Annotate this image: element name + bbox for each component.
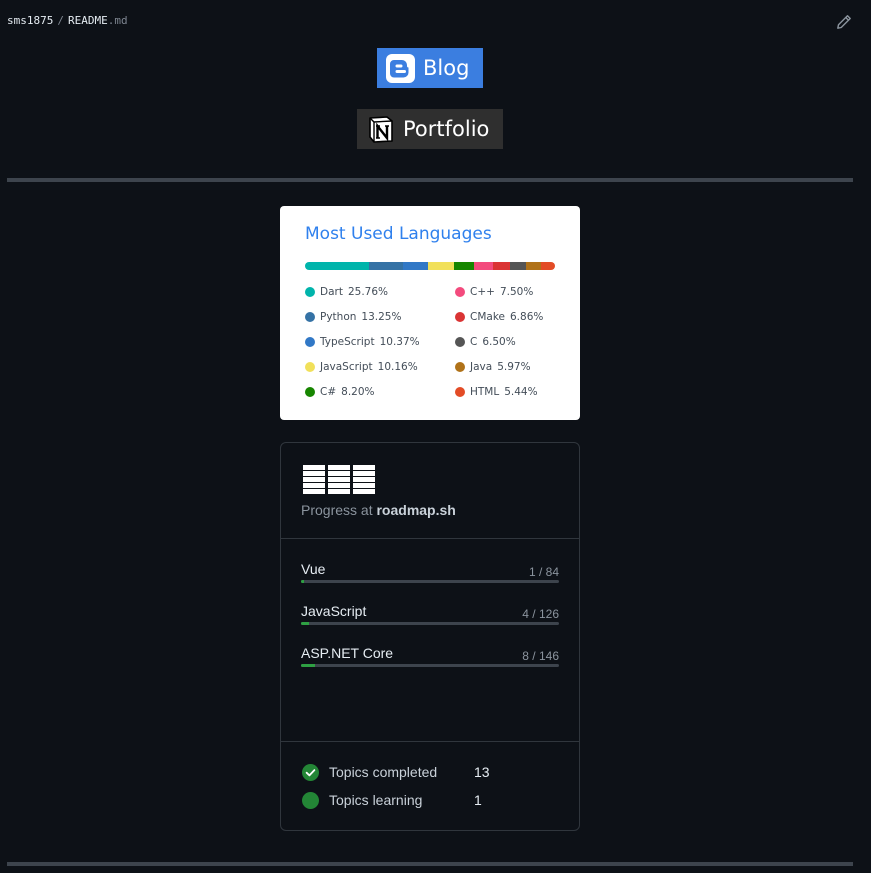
- stat-topics-completed: Topics completed 13: [301, 763, 561, 783]
- roadmap-progress-track: [301, 664, 559, 667]
- language-name: JavaScript: [320, 361, 373, 373]
- portfolio-badge-label: Portfolio: [403, 117, 490, 141]
- language-name: TypeScript: [320, 336, 375, 348]
- divider: [281, 741, 579, 742]
- language-name: HTML: [470, 386, 500, 398]
- language-percent: 10.37%: [379, 336, 420, 348]
- language-item-java: Java 5.97%: [455, 361, 531, 373]
- stat-value: 1: [474, 792, 482, 808]
- language-item-python: Python 13.25%: [305, 311, 401, 323]
- language-percent: 5.44%: [504, 386, 538, 398]
- roadmap-count: 1 / 84: [528, 565, 559, 579]
- language-bar-segment: [428, 262, 454, 270]
- roadmap-name: Vue: [301, 561, 326, 577]
- roadmap-logo-icon: [303, 465, 375, 494]
- language-name: C#: [320, 386, 337, 398]
- language-item-html: HTML 5.44%: [455, 386, 538, 398]
- language-bar-segment: [474, 262, 494, 270]
- language-dot: [305, 387, 315, 397]
- language-name: Dart: [320, 286, 343, 298]
- language-percent: 10.16%: [377, 361, 418, 373]
- roadmap-progress-track: [301, 622, 559, 625]
- check-circle-icon: [302, 764, 319, 781]
- languages-card-title: Most Used Languages: [305, 224, 492, 244]
- pencil-icon: [837, 15, 851, 29]
- horizontal-rule: [7, 862, 853, 866]
- language-percent: 7.50%: [499, 286, 534, 298]
- language-dot: [455, 312, 465, 322]
- language-item-c: C 6.50%: [455, 336, 516, 348]
- language-bar-segment: [493, 262, 511, 270]
- language-percent: 25.76%: [347, 286, 389, 298]
- roadmap-count: 8 / 146: [522, 649, 559, 663]
- edit-file-button[interactable]: [834, 12, 854, 32]
- blog-badge-link[interactable]: Blog: [377, 48, 483, 88]
- roadmap-progress-fill: [301, 580, 305, 583]
- language-dot: [455, 287, 465, 297]
- language-bar-segment: [369, 262, 403, 270]
- notion-icon: [369, 115, 393, 143]
- language-bar-segment: [526, 262, 542, 270]
- language-item-typescript: TypeScript 10.37%: [305, 336, 420, 348]
- language-percent: 6.50%: [482, 336, 516, 348]
- language-item-cpp: C++ 7.50%: [455, 286, 533, 298]
- language-percent: 5.97%: [497, 361, 531, 373]
- language-name: C++: [470, 286, 495, 298]
- language-name: Python: [320, 311, 357, 323]
- language-name: C: [470, 336, 478, 348]
- blogger-icon: [386, 53, 415, 83]
- blog-badge-label: Blog: [423, 56, 470, 80]
- language-dot: [455, 337, 465, 347]
- roadmap-row-vue[interactable]: Vue 1 / 84: [301, 561, 559, 601]
- roadmap-progress-track: [301, 580, 559, 583]
- language-dot: [455, 387, 465, 397]
- roadmap-progress-card[interactable]: Progress at roadmap.sh Vue 1 / 84 JavaSc…: [280, 442, 580, 831]
- breadcrumb: sms1875 / README.md: [7, 14, 128, 27]
- language-bar-segment: [402, 262, 429, 270]
- filled-circle-icon: [302, 792, 319, 809]
- roadmap-count: 4 / 126: [522, 607, 559, 621]
- stat-label: Topics completed: [329, 764, 438, 780]
- divider: [281, 538, 579, 539]
- language-percent: 13.25%: [361, 311, 402, 323]
- roadmap-name: ASP.NET Core: [301, 645, 394, 661]
- languages-progress-bar: [305, 262, 555, 270]
- roadmap-progress-fill: [301, 622, 310, 625]
- roadmap-row-aspnet-core[interactable]: ASP.NET Core 8 / 146: [301, 645, 559, 685]
- breadcrumb-separator: /: [57, 14, 64, 27]
- language-dot: [305, 312, 315, 322]
- most-used-languages-card[interactable]: Most Used Languages Dart 25.76% Python 1…: [280, 206, 580, 420]
- stat-value: 13: [474, 764, 490, 780]
- language-dot: [305, 287, 315, 297]
- breadcrumb-owner-link[interactable]: sms1875: [7, 14, 53, 27]
- language-dot: [305, 362, 315, 372]
- breadcrumb-file-name: README.md: [67, 14, 128, 27]
- language-item-dart: Dart 25.76%: [305, 286, 388, 298]
- roadmap-name: JavaScript: [301, 603, 367, 619]
- portfolio-badge-link[interactable]: Portfolio: [357, 109, 503, 149]
- language-percent: 8.20%: [341, 386, 375, 398]
- stat-topics-learning: Topics learning 1: [301, 791, 561, 811]
- horizontal-rule: [7, 178, 853, 182]
- roadmap-subtitle: Progress at roadmap.sh: [301, 502, 456, 518]
- roadmap-row-javascript[interactable]: JavaScript 4 / 126: [301, 603, 559, 643]
- language-bar-segment: [453, 262, 475, 270]
- language-dot: [455, 362, 465, 372]
- language-item-javascript: JavaScript 10.16%: [305, 361, 418, 373]
- language-bar-segment: [305, 262, 370, 270]
- language-dot: [305, 337, 315, 347]
- language-name: CMake: [470, 311, 505, 323]
- language-name: Java: [470, 361, 493, 373]
- language-percent: 6.86%: [510, 311, 544, 323]
- roadmap-progress-fill: [301, 664, 316, 667]
- stat-label: Topics learning: [329, 792, 423, 808]
- language-bar-segment: [510, 262, 527, 270]
- language-bar-segment: [541, 262, 555, 270]
- language-item-csharp: C# 8.20%: [305, 386, 375, 398]
- language-item-cmake: CMake 6.86%: [455, 311, 543, 323]
